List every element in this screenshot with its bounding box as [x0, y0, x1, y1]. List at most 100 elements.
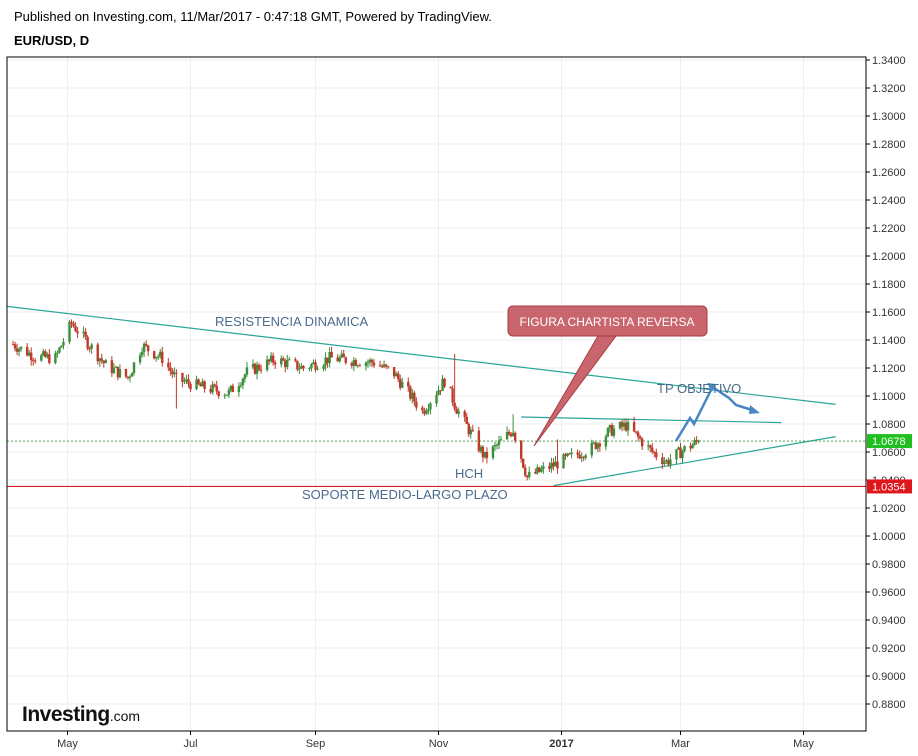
candle-body — [231, 385, 235, 393]
candle-body — [259, 369, 263, 371]
candle-body — [140, 351, 144, 356]
candle-body — [227, 390, 231, 395]
candle-body — [507, 431, 511, 434]
candle-body — [157, 356, 160, 358]
candle-body — [243, 374, 247, 379]
candle-body — [681, 450, 684, 459]
candle-body — [286, 360, 289, 368]
candle-body — [88, 348, 91, 350]
candle-body — [691, 444, 694, 449]
candle-body — [183, 381, 186, 383]
y-tick-label: 1.2400 — [872, 195, 906, 207]
candle-body — [663, 461, 666, 465]
candle-body — [215, 385, 218, 392]
y-tick-label: 1.2800 — [872, 139, 906, 151]
y-tick-label: 1.1400 — [872, 335, 906, 347]
x-tick-label: 2017 — [549, 738, 573, 750]
candle-body — [636, 432, 640, 437]
candle-body — [675, 449, 678, 460]
candle-body — [590, 442, 593, 456]
candle-body — [19, 346, 23, 349]
neckline-trendline — [521, 416, 782, 424]
candle-body — [68, 321, 71, 342]
target-label: TP OBJETIVO — [657, 381, 741, 396]
candle-body — [144, 343, 148, 346]
candle-body — [169, 367, 172, 371]
candle-body — [40, 355, 43, 361]
candle-body — [60, 345, 63, 348]
candle-body — [457, 411, 460, 414]
current-price-tag: 1.0678 — [872, 436, 906, 448]
candle-body — [415, 401, 418, 408]
callout-pointer — [533, 335, 617, 447]
candle-body — [239, 385, 243, 387]
candle-body — [649, 445, 652, 448]
candle-body — [497, 440, 501, 445]
price-chart[interactable]: 1.3400 1.3200 1.3000 1.2800 1.2600 1.2400 1.22… — [0, 0, 918, 756]
candle-body — [241, 378, 245, 386]
candle-body — [562, 454, 565, 469]
y-tick-label: 1.0200 — [872, 503, 906, 515]
candle-body — [237, 386, 241, 393]
candle-body — [386, 366, 390, 368]
y-tick-label: 1.2600 — [872, 167, 906, 179]
candle-body — [167, 362, 170, 368]
candle-body — [17, 348, 21, 352]
y-tick-label: 0.9600 — [872, 587, 906, 599]
x-tick-label: Nov — [429, 738, 449, 750]
y-tick-label: 1.1600 — [872, 307, 906, 319]
y-tick-label: 0.9400 — [872, 615, 906, 627]
y-tick-label: 0.9800 — [872, 559, 906, 571]
candle-body — [640, 438, 644, 447]
candle-body — [598, 443, 602, 447]
y-tick-label: 1.1800 — [872, 279, 906, 291]
candle-body — [245, 367, 249, 375]
resistance-label: RESISTENCIA DINAMICA — [215, 314, 368, 329]
candle-body — [449, 386, 452, 389]
y-tick-label: 0.9000 — [872, 671, 906, 683]
candle-body — [104, 360, 108, 364]
y-tick-label: 1.0600 — [872, 447, 906, 459]
candle-body — [485, 451, 489, 458]
candle-body — [683, 445, 686, 451]
candle-body — [118, 369, 122, 378]
candle-body — [401, 381, 404, 388]
candle-body — [451, 388, 454, 403]
candle-body — [471, 429, 474, 431]
candle-body — [425, 410, 428, 414]
candle-body — [669, 459, 672, 465]
candle-body — [651, 447, 654, 452]
candle-body — [302, 365, 305, 369]
candle-body — [429, 403, 432, 410]
y-tick-label: 1.0000 — [872, 531, 906, 543]
candle-body — [74, 326, 77, 332]
candle-body — [128, 376, 132, 378]
candle-body — [513, 432, 517, 441]
candle-body — [697, 441, 700, 443]
logo-domain: .com — [109, 708, 141, 724]
candle-body — [522, 458, 525, 468]
candle-body — [443, 378, 446, 387]
x-tick-label: Sep — [306, 738, 326, 750]
candle-body — [314, 362, 317, 370]
candle-body — [358, 365, 362, 367]
candle-body — [463, 411, 466, 417]
candle-body — [161, 351, 164, 363]
candle-body — [427, 409, 430, 411]
candle-body — [175, 372, 178, 374]
candle-body — [271, 355, 275, 363]
y-tick-label: 1.3200 — [872, 83, 906, 95]
candle-body — [310, 364, 313, 369]
x-tick-label: Mar — [671, 738, 690, 750]
candle-body — [413, 392, 416, 402]
candle-body — [421, 407, 424, 411]
candle-body — [495, 444, 499, 446]
candle-body — [288, 359, 291, 361]
y-tick-label: 1.3000 — [872, 111, 906, 123]
candle-body — [453, 402, 456, 409]
candle-body — [491, 446, 495, 458]
candle-body — [62, 341, 65, 346]
candle-body — [34, 360, 37, 362]
pattern-label: HCH — [455, 466, 483, 481]
candle-body — [273, 362, 277, 365]
